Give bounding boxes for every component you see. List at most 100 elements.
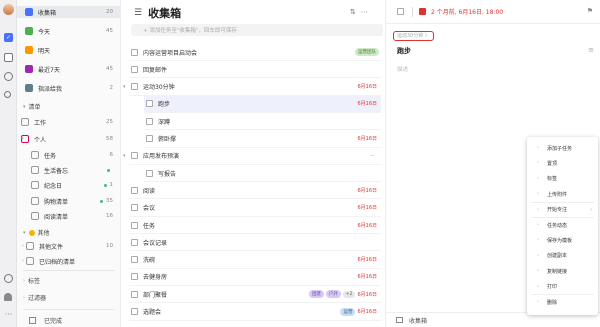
task-row[interactable]: 深蹲 (144, 113, 381, 131)
task-checkbox[interactable] (131, 83, 138, 91)
text-format-icon[interactable]: ≡ (588, 46, 594, 54)
task-row[interactable]: 部门聚餐 团建 户外 +2 6月16日 (129, 286, 381, 304)
task-row[interactable]: 写报告 (144, 165, 381, 183)
task-row[interactable]: 跑步 6月16日 (144, 95, 381, 113)
chevron-right-icon: › (590, 206, 592, 213)
menu-item-subtask[interactable]: ◦ 添加子任务 (527, 142, 598, 154)
task-checkbox[interactable] (131, 221, 138, 229)
task-tag[interactable]: +2 (342, 290, 356, 298)
task-date: 6月16日 (357, 84, 377, 91)
tags-header[interactable]: › 标签 (23, 276, 40, 286)
task-checkbox[interactable] (146, 169, 153, 177)
footer-list-name[interactable]: 收集箱 (409, 316, 427, 325)
due-date[interactable]: 2 个月前, 6月16日, 18:00 (431, 7, 503, 16)
sidebar-item-tomorrow[interactable]: 明天 (17, 44, 120, 56)
task-row[interactable]: 洗碗 6月16日 (129, 252, 381, 269)
sidebar-item-today[interactable]: 今天 45 (17, 25, 120, 37)
color-dot (103, 183, 107, 187)
flag-icon[interactable]: ⚑ (587, 7, 593, 15)
menu-item-copy[interactable]: ◦ 创建副本 (527, 250, 598, 262)
filters-header[interactable]: › 过滤器 (23, 293, 46, 303)
detail-title[interactable]: 跑步 (397, 46, 411, 56)
task-checkbox[interactable] (131, 238, 138, 246)
sidebar-list-item[interactable]: 生活备忘 (17, 164, 120, 176)
sidebar-other-item[interactable]: › 已归档的清单 (17, 255, 120, 267)
task-row[interactable]: 内容运营项目启动会 运营团队 (129, 44, 381, 61)
task-row[interactable]: 俯卧撑 6月16日 (144, 131, 381, 148)
task-checkbox[interactable] (146, 100, 153, 108)
avatar[interactable] (3, 4, 14, 15)
sidebar-list-item[interactable]: › 工作 25 (17, 116, 120, 128)
task-checkbox[interactable] (146, 117, 153, 125)
task-row[interactable]: 去健身房 6月16日 (129, 269, 381, 286)
task-checkbox[interactable] (131, 308, 138, 315)
task-row[interactable]: 会议记录 (129, 234, 381, 252)
sidebar-item-week[interactable]: 最近7天 45 (17, 63, 120, 75)
menu-item-link[interactable]: ◦ 复制链接 (527, 265, 598, 277)
add-task-input[interactable]: + 添加任务至"收集箱"，回车即可保存 (131, 24, 383, 36)
task-checkbox[interactable] (131, 152, 138, 160)
completed-item[interactable]: 已完成 (23, 316, 62, 325)
task-checkbox[interactable] (131, 290, 138, 298)
menu-item-delete[interactable]: ◦ 删除 (527, 296, 598, 308)
menu-item-pin[interactable]: ◦ 置顶 (527, 157, 598, 169)
sort-icon[interactable]: ⇅⋯ (350, 8, 373, 16)
sync-icon[interactable] (4, 274, 13, 283)
menu-item-template[interactable]: ◦ 保存为模板 (527, 234, 598, 246)
sidebar-item-inbox[interactable]: 收集箱 20 (17, 6, 120, 18)
chevron-down-icon[interactable]: ▾ (123, 153, 126, 159)
compass-icon[interactable] (4, 72, 13, 81)
chevron-right-icon: › (23, 277, 25, 284)
others-header[interactable]: ▾ 其他 (23, 228, 50, 237)
task-checkbox[interactable] (131, 256, 138, 264)
task-tag[interactable]: 户外 (325, 290, 341, 299)
menu-item-activity[interactable]: ◦ 任务动态 (527, 219, 598, 231)
task-date: 6月16日 (357, 222, 377, 229)
task-tag[interactable]: 团建 (308, 290, 324, 299)
description-field[interactable]: 描述 (397, 65, 408, 73)
menu-item-attach[interactable]: ◦ 上传附件 (527, 188, 598, 200)
search-icon[interactable] (4, 91, 11, 98)
task-checkbox[interactable] (131, 186, 138, 194)
sidebar-other-item[interactable]: › 其他文件 10 (17, 240, 120, 252)
chevron-down-icon: ▾ (23, 229, 26, 236)
parent-task-link[interactable]: 运动30分钟 〉 (393, 31, 434, 41)
task-row[interactable]: 选题会 运营 6月16日 (129, 304, 381, 321)
task-row[interactable]: 阅读 6月16日 (129, 182, 381, 200)
sidebar-item-assigned[interactable]: 指派给我 2 (17, 82, 120, 94)
task-row[interactable]: ▾ 运动30分钟 6月16日 (123, 79, 381, 96)
task-checkbox[interactable] (131, 65, 138, 73)
sidebar-list-item[interactable]: 阅读清单 16 (17, 210, 120, 222)
task-row[interactable]: 任务 6月16日 (129, 217, 381, 234)
subtask-icon: ⌐ (370, 152, 375, 159)
task-date: 6月16日 (357, 274, 377, 281)
task-checkbox[interactable] (131, 204, 138, 212)
menu-item-print[interactable]: ◦ 打印 (527, 281, 598, 293)
checkbox-icon[interactable]: ✓ (4, 33, 13, 42)
task-checkbox[interactable] (146, 135, 153, 142)
bell-icon[interactable] (4, 293, 12, 301)
task-checkbox[interactable] (131, 273, 138, 281)
task-tag[interactable]: 运营团队 (355, 48, 379, 56)
menu-item-focus[interactable]: ◦ 开始专注 › (527, 204, 598, 216)
task-row[interactable]: 会议 6月16日 (129, 200, 381, 217)
calendar-icon[interactable] (4, 53, 13, 62)
task-checkbox[interactable] (131, 48, 138, 56)
sidebar-list-item[interactable]: ▾ 个人 58 (17, 133, 120, 145)
menu-item-tag[interactable]: ◦ 标签 (527, 173, 598, 185)
chevron-down-icon[interactable]: ▾ (123, 84, 126, 90)
sidebar-list-item[interactable]: 纪念日 1 (17, 179, 120, 191)
lists-header[interactable]: ▾ 清单 (23, 102, 41, 112)
sidebar-list-item[interactable]: 任务 6 (17, 149, 120, 161)
task-row[interactable]: ▾ 应用发布预演 ⌐ (123, 148, 381, 165)
detail-checkbox[interactable] (397, 8, 404, 15)
task-row[interactable]: 回复邮件 (129, 61, 381, 79)
week-icon (25, 65, 33, 73)
tomorrow-icon (25, 46, 33, 54)
sidebar-list-item[interactable]: 购物清单 35 (17, 195, 120, 207)
menu-divider (531, 217, 594, 218)
more-icon[interactable]: ··· (4, 311, 13, 321)
task-tag[interactable]: 运营 (340, 307, 356, 316)
hamburger-icon[interactable]: ☰ (134, 8, 142, 18)
task-title: 运动30分钟 (143, 84, 175, 92)
